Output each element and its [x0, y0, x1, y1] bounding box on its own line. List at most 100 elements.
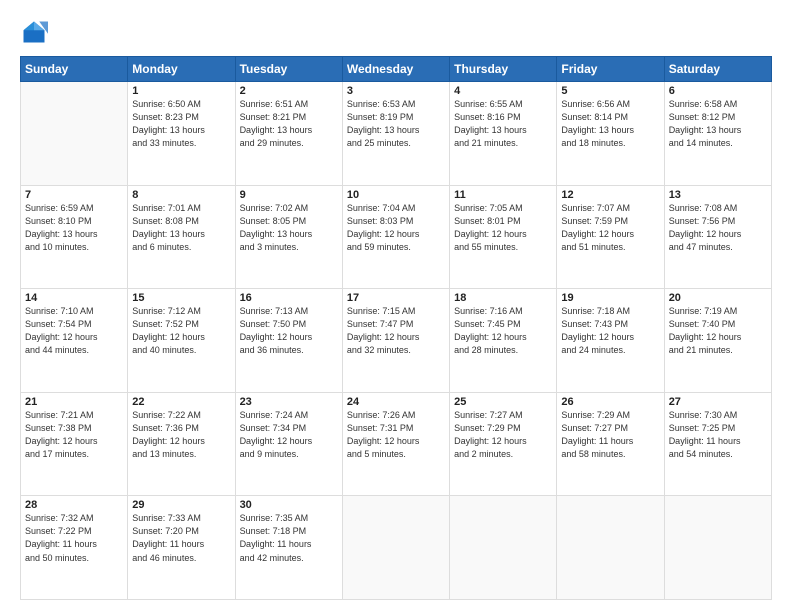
calendar-cell [21, 82, 128, 186]
calendar-cell: 14Sunrise: 7:10 AM Sunset: 7:54 PM Dayli… [21, 289, 128, 393]
day-number: 10 [347, 189, 445, 201]
day-number: 26 [561, 396, 659, 408]
day-number: 21 [25, 396, 123, 408]
logo [20, 18, 52, 46]
calendar-cell [557, 496, 664, 600]
calendar-cell [342, 496, 449, 600]
cell-info: Sunrise: 7:07 AM Sunset: 7:59 PM Dayligh… [561, 202, 659, 254]
day-number: 5 [561, 85, 659, 97]
page: SundayMondayTuesdayWednesdayThursdayFrid… [0, 0, 792, 612]
day-number: 13 [669, 189, 767, 201]
cell-info: Sunrise: 7:16 AM Sunset: 7:45 PM Dayligh… [454, 305, 552, 357]
cell-info: Sunrise: 7:30 AM Sunset: 7:25 PM Dayligh… [669, 409, 767, 461]
calendar-cell: 10Sunrise: 7:04 AM Sunset: 8:03 PM Dayli… [342, 185, 449, 289]
calendar-cell: 3Sunrise: 6:53 AM Sunset: 8:19 PM Daylig… [342, 82, 449, 186]
day-number: 4 [454, 85, 552, 97]
cell-info: Sunrise: 7:29 AM Sunset: 7:27 PM Dayligh… [561, 409, 659, 461]
calendar-cell: 28Sunrise: 7:32 AM Sunset: 7:22 PM Dayli… [21, 496, 128, 600]
day-number: 8 [132, 189, 230, 201]
weekday-header-tuesday: Tuesday [235, 57, 342, 82]
calendar-cell: 1Sunrise: 6:50 AM Sunset: 8:23 PM Daylig… [128, 82, 235, 186]
day-number: 6 [669, 85, 767, 97]
calendar-week-4: 21Sunrise: 7:21 AM Sunset: 7:38 PM Dayli… [21, 392, 772, 496]
day-number: 27 [669, 396, 767, 408]
day-number: 3 [347, 85, 445, 97]
weekday-header-row: SundayMondayTuesdayWednesdayThursdayFrid… [21, 57, 772, 82]
day-number: 9 [240, 189, 338, 201]
calendar-cell: 5Sunrise: 6:56 AM Sunset: 8:14 PM Daylig… [557, 82, 664, 186]
weekday-header-sunday: Sunday [21, 57, 128, 82]
logo-icon [20, 18, 48, 46]
cell-info: Sunrise: 6:59 AM Sunset: 8:10 PM Dayligh… [25, 202, 123, 254]
cell-info: Sunrise: 7:26 AM Sunset: 7:31 PM Dayligh… [347, 409, 445, 461]
day-number: 2 [240, 85, 338, 97]
cell-info: Sunrise: 7:24 AM Sunset: 7:34 PM Dayligh… [240, 409, 338, 461]
day-number: 28 [25, 499, 123, 511]
calendar-cell: 19Sunrise: 7:18 AM Sunset: 7:43 PM Dayli… [557, 289, 664, 393]
weekday-header-thursday: Thursday [450, 57, 557, 82]
calendar-cell: 29Sunrise: 7:33 AM Sunset: 7:20 PM Dayli… [128, 496, 235, 600]
calendar-cell: 23Sunrise: 7:24 AM Sunset: 7:34 PM Dayli… [235, 392, 342, 496]
calendar-cell: 4Sunrise: 6:55 AM Sunset: 8:16 PM Daylig… [450, 82, 557, 186]
calendar-cell: 2Sunrise: 6:51 AM Sunset: 8:21 PM Daylig… [235, 82, 342, 186]
calendar-week-1: 1Sunrise: 6:50 AM Sunset: 8:23 PM Daylig… [21, 82, 772, 186]
cell-info: Sunrise: 6:50 AM Sunset: 8:23 PM Dayligh… [132, 98, 230, 150]
day-number: 15 [132, 292, 230, 304]
weekday-header-friday: Friday [557, 57, 664, 82]
weekday-header-wednesday: Wednesday [342, 57, 449, 82]
calendar-cell: 21Sunrise: 7:21 AM Sunset: 7:38 PM Dayli… [21, 392, 128, 496]
calendar-week-3: 14Sunrise: 7:10 AM Sunset: 7:54 PM Dayli… [21, 289, 772, 393]
calendar-cell: 6Sunrise: 6:58 AM Sunset: 8:12 PM Daylig… [664, 82, 771, 186]
day-number: 7 [25, 189, 123, 201]
calendar-cell: 7Sunrise: 6:59 AM Sunset: 8:10 PM Daylig… [21, 185, 128, 289]
day-number: 29 [132, 499, 230, 511]
day-number: 16 [240, 292, 338, 304]
cell-info: Sunrise: 6:55 AM Sunset: 8:16 PM Dayligh… [454, 98, 552, 150]
day-number: 25 [454, 396, 552, 408]
day-number: 11 [454, 189, 552, 201]
cell-info: Sunrise: 7:27 AM Sunset: 7:29 PM Dayligh… [454, 409, 552, 461]
calendar-cell: 8Sunrise: 7:01 AM Sunset: 8:08 PM Daylig… [128, 185, 235, 289]
calendar-week-5: 28Sunrise: 7:32 AM Sunset: 7:22 PM Dayli… [21, 496, 772, 600]
weekday-header-monday: Monday [128, 57, 235, 82]
calendar-cell: 12Sunrise: 7:07 AM Sunset: 7:59 PM Dayli… [557, 185, 664, 289]
day-number: 1 [132, 85, 230, 97]
calendar-cell: 24Sunrise: 7:26 AM Sunset: 7:31 PM Dayli… [342, 392, 449, 496]
day-number: 30 [240, 499, 338, 511]
cell-info: Sunrise: 7:01 AM Sunset: 8:08 PM Dayligh… [132, 202, 230, 254]
cell-info: Sunrise: 7:10 AM Sunset: 7:54 PM Dayligh… [25, 305, 123, 357]
day-number: 20 [669, 292, 767, 304]
calendar-cell: 15Sunrise: 7:12 AM Sunset: 7:52 PM Dayli… [128, 289, 235, 393]
cell-info: Sunrise: 7:22 AM Sunset: 7:36 PM Dayligh… [132, 409, 230, 461]
day-number: 12 [561, 189, 659, 201]
cell-info: Sunrise: 7:05 AM Sunset: 8:01 PM Dayligh… [454, 202, 552, 254]
cell-info: Sunrise: 7:35 AM Sunset: 7:18 PM Dayligh… [240, 512, 338, 564]
calendar-week-2: 7Sunrise: 6:59 AM Sunset: 8:10 PM Daylig… [21, 185, 772, 289]
calendar-cell: 26Sunrise: 7:29 AM Sunset: 7:27 PM Dayli… [557, 392, 664, 496]
day-number: 24 [347, 396, 445, 408]
cell-info: Sunrise: 6:58 AM Sunset: 8:12 PM Dayligh… [669, 98, 767, 150]
cell-info: Sunrise: 7:21 AM Sunset: 7:38 PM Dayligh… [25, 409, 123, 461]
cell-info: Sunrise: 6:51 AM Sunset: 8:21 PM Dayligh… [240, 98, 338, 150]
cell-info: Sunrise: 7:18 AM Sunset: 7:43 PM Dayligh… [561, 305, 659, 357]
day-number: 17 [347, 292, 445, 304]
day-number: 19 [561, 292, 659, 304]
day-number: 18 [454, 292, 552, 304]
calendar-cell: 9Sunrise: 7:02 AM Sunset: 8:05 PM Daylig… [235, 185, 342, 289]
calendar-cell: 27Sunrise: 7:30 AM Sunset: 7:25 PM Dayli… [664, 392, 771, 496]
calendar-cell: 20Sunrise: 7:19 AM Sunset: 7:40 PM Dayli… [664, 289, 771, 393]
calendar-table: SundayMondayTuesdayWednesdayThursdayFrid… [20, 56, 772, 600]
calendar-cell: 22Sunrise: 7:22 AM Sunset: 7:36 PM Dayli… [128, 392, 235, 496]
day-number: 22 [132, 396, 230, 408]
weekday-header-saturday: Saturday [664, 57, 771, 82]
day-number: 14 [25, 292, 123, 304]
header [20, 18, 772, 46]
calendar-cell: 11Sunrise: 7:05 AM Sunset: 8:01 PM Dayli… [450, 185, 557, 289]
calendar-cell: 16Sunrise: 7:13 AM Sunset: 7:50 PM Dayli… [235, 289, 342, 393]
cell-info: Sunrise: 7:08 AM Sunset: 7:56 PM Dayligh… [669, 202, 767, 254]
cell-info: Sunrise: 6:53 AM Sunset: 8:19 PM Dayligh… [347, 98, 445, 150]
calendar-cell: 17Sunrise: 7:15 AM Sunset: 7:47 PM Dayli… [342, 289, 449, 393]
cell-info: Sunrise: 6:56 AM Sunset: 8:14 PM Dayligh… [561, 98, 659, 150]
calendar-cell: 25Sunrise: 7:27 AM Sunset: 7:29 PM Dayli… [450, 392, 557, 496]
cell-info: Sunrise: 7:02 AM Sunset: 8:05 PM Dayligh… [240, 202, 338, 254]
